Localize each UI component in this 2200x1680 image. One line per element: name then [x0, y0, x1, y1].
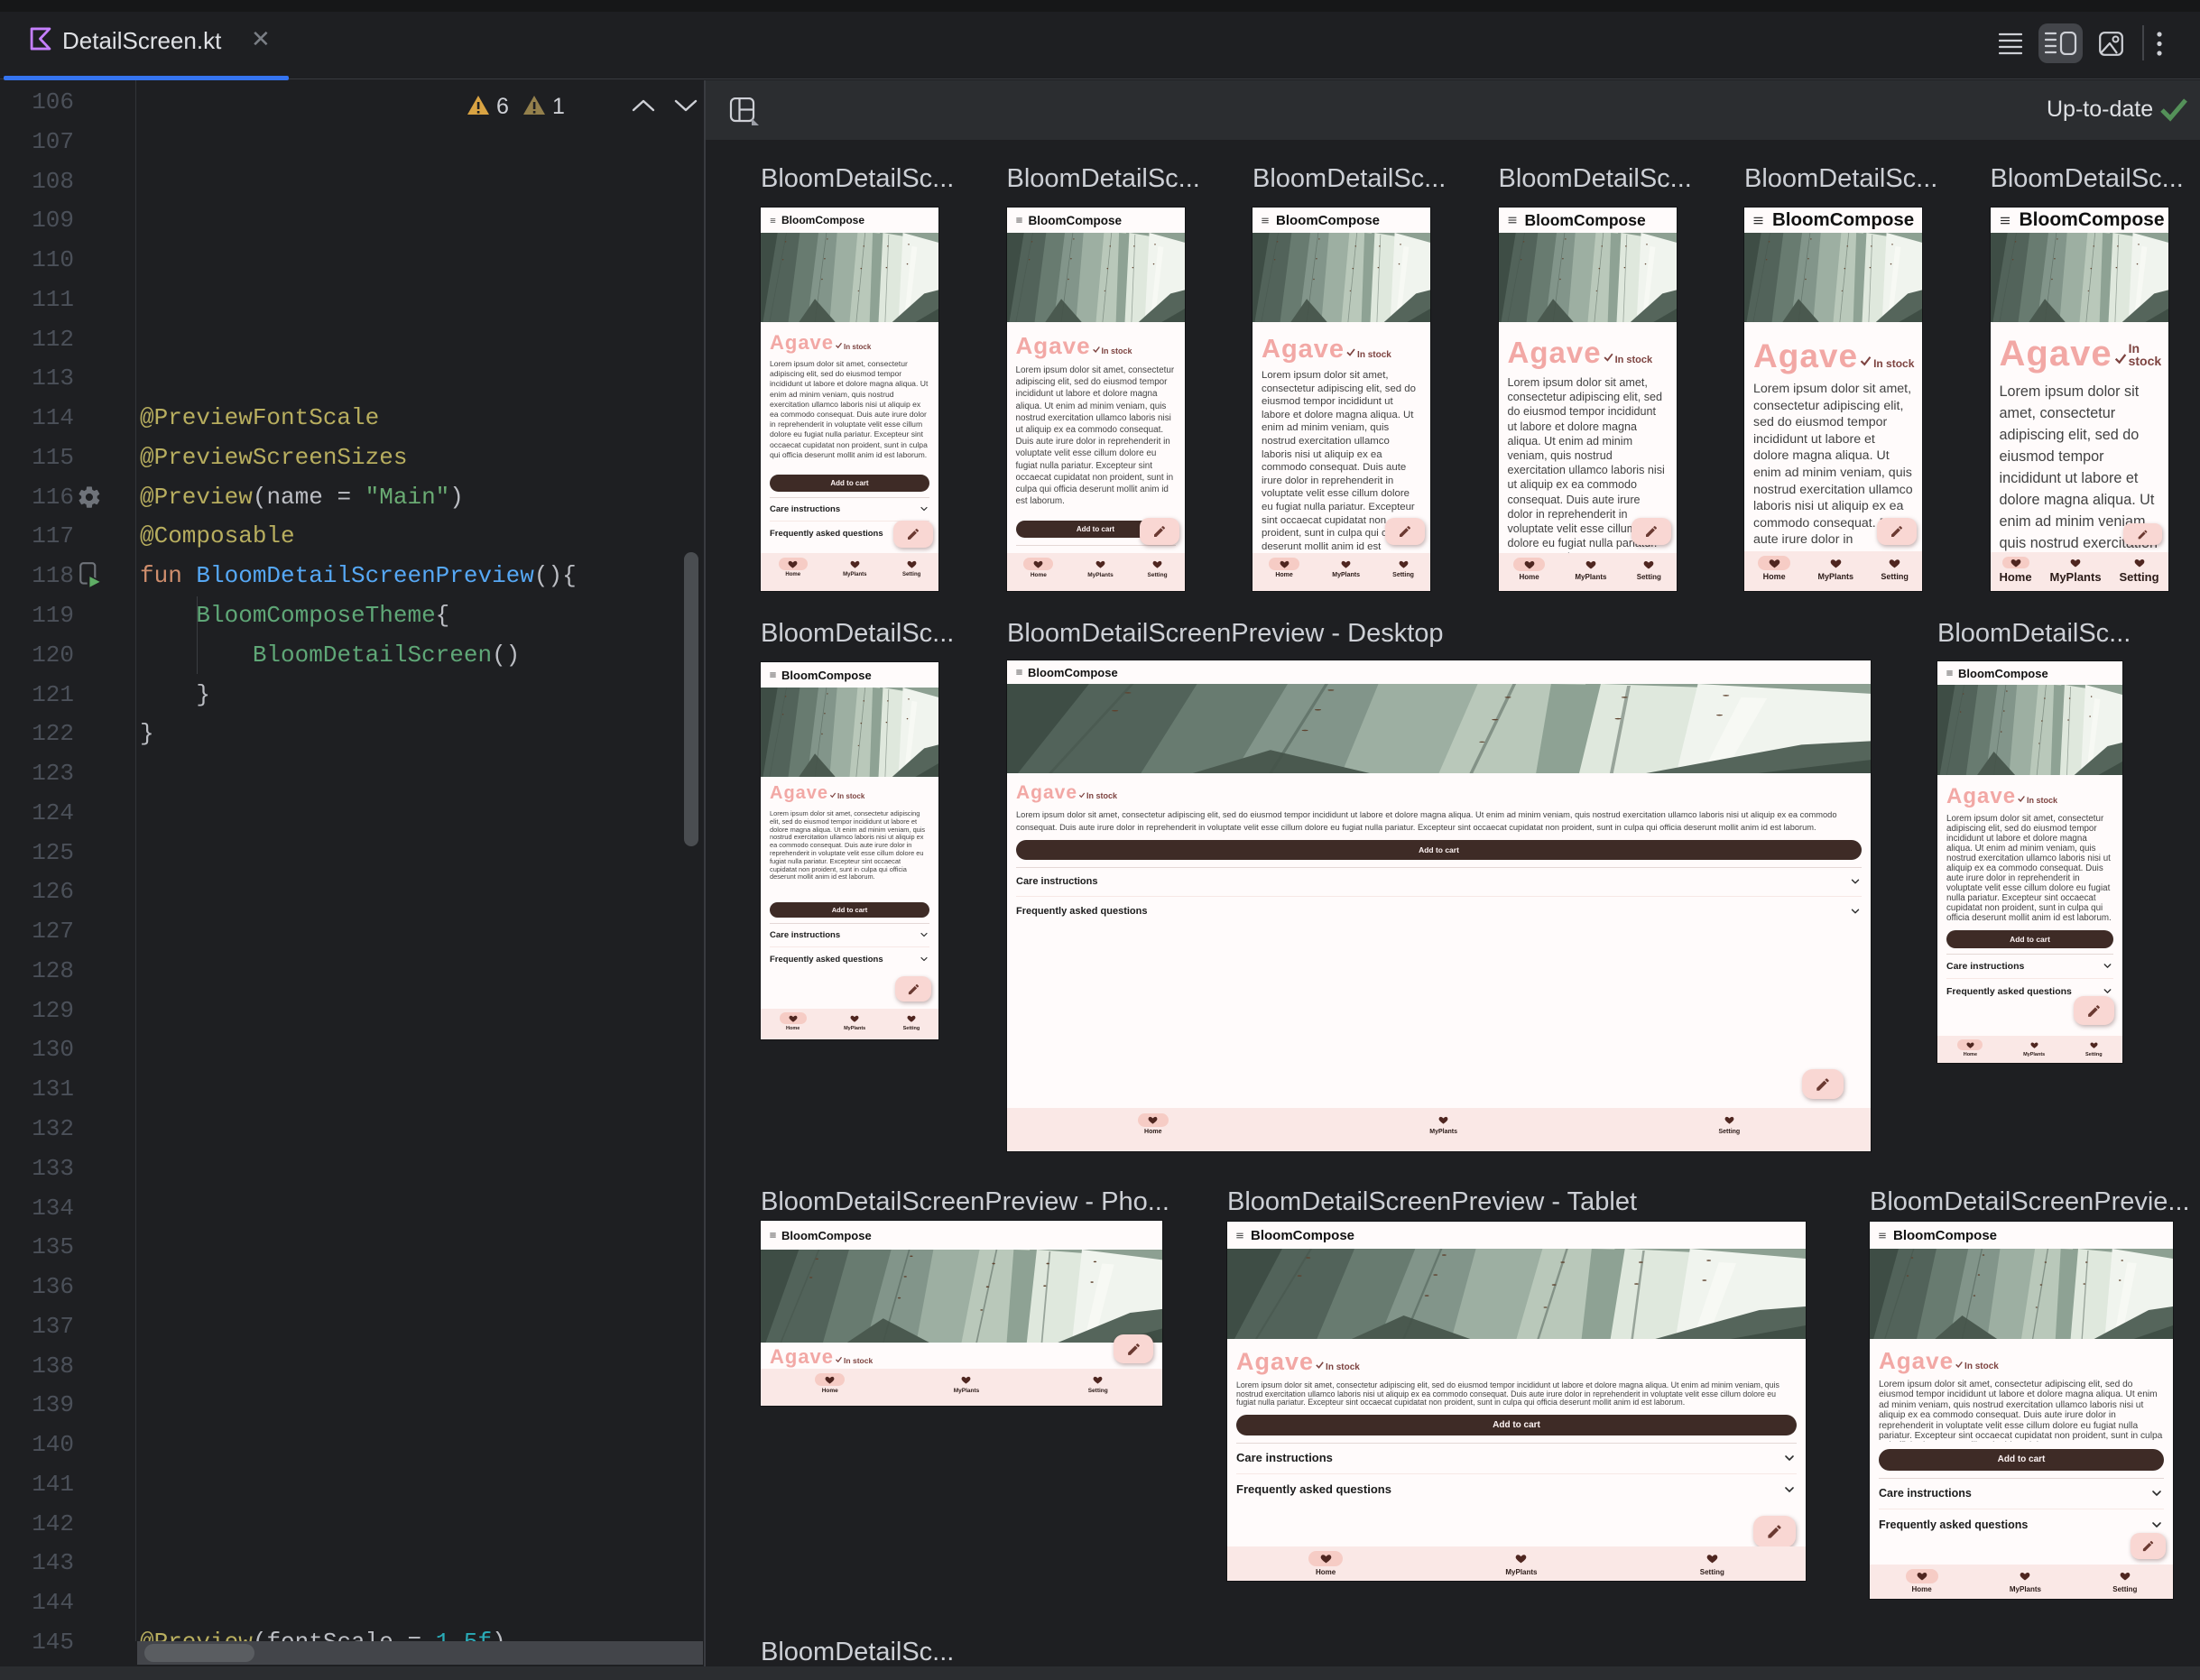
svg-text:1: 1: [552, 94, 565, 119]
svg-text:6: 6: [496, 94, 509, 119]
